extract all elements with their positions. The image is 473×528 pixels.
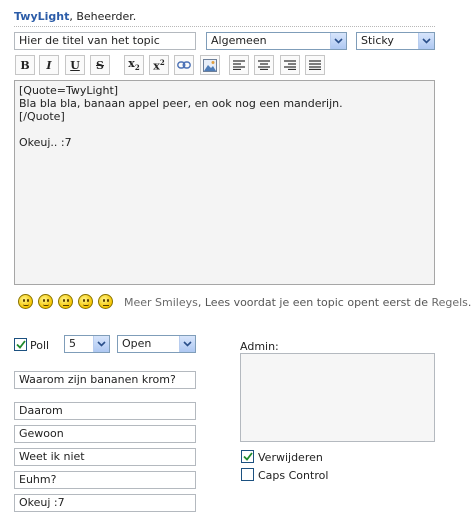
bold-icon: B: [20, 58, 30, 72]
superscript-icon: x2: [153, 57, 165, 73]
poll-option-input[interactable]: Euhm?: [14, 471, 196, 489]
chevron-down-icon[interactable]: [179, 336, 195, 352]
poll-question-input[interactable]: Waarom zijn bananen krom?: [14, 371, 196, 389]
align-right-button[interactable]: [280, 55, 300, 75]
poll-status-select[interactable]: Open: [117, 335, 196, 353]
poll-status-value: Open: [122, 337, 152, 350]
topic-type-select-value: Sticky: [361, 34, 394, 47]
image-icon: [203, 58, 217, 72]
smile-smiley-icon[interactable]: [78, 294, 93, 309]
align-center-button[interactable]: [254, 55, 274, 75]
editor-line: [Quote=TwyLight]: [19, 84, 119, 97]
header-role: , Beheerder.: [69, 10, 137, 23]
poll-option-input[interactable]: Gewoon: [14, 425, 196, 443]
admin-label: Admin:: [240, 340, 279, 353]
editor-line: Bla bla bla, banaan appel peer, en ook n…: [19, 97, 343, 110]
align-left-button[interactable]: [229, 55, 249, 75]
chevron-down-icon[interactable]: [330, 33, 346, 49]
delete-label: Verwijderen: [258, 451, 323, 464]
checkmark-icon: [242, 452, 253, 461]
align-left-icon: [233, 60, 245, 70]
superscript-button[interactable]: x2: [149, 55, 169, 75]
editor-line: [/Quote]: [19, 110, 65, 123]
category-select-value: Algemeen: [211, 34, 267, 47]
poll-count-value: 5: [69, 337, 76, 350]
poll-checkbox[interactable]: [14, 338, 27, 351]
align-justify-button[interactable]: [305, 55, 325, 75]
notice-text: , Lees voordat je een topic opent eerst …: [197, 296, 432, 309]
strikethrough-icon: S: [96, 58, 104, 72]
align-justify-icon: [309, 60, 321, 70]
category-select[interactable]: Algemeen: [206, 32, 347, 50]
smile-smiley-icon[interactable]: [18, 294, 33, 309]
poll-option-input[interactable]: Daarom: [14, 402, 196, 420]
image-button[interactable]: [200, 55, 220, 75]
align-right-icon: [284, 60, 296, 70]
username[interactable]: TwyLight: [14, 10, 69, 23]
smiley-notice: Meer Smileys, Lees voordat je een topic …: [124, 296, 471, 309]
caps-control-checkbox[interactable]: [241, 468, 254, 481]
bold-button[interactable]: B: [15, 55, 35, 75]
subscript-button[interactable]: x2: [124, 55, 144, 75]
italic-button[interactable]: I: [39, 55, 59, 75]
checkmark-icon: [15, 340, 26, 349]
subscript-icon: x2: [128, 57, 140, 73]
align-center-icon: [258, 60, 270, 70]
topic-title-input[interactable]: Hier de titel van het topic: [14, 32, 196, 50]
underline-button[interactable]: U: [65, 55, 85, 75]
admin-textarea[interactable]: [240, 353, 435, 442]
message-textarea[interactable]: [Quote=TwyLight] Bla bla bla, banaan app…: [14, 80, 435, 285]
poll-label: Poll: [30, 339, 50, 352]
poll-option-input[interactable]: Okeuj :7: [14, 494, 196, 512]
link-icon: [177, 61, 191, 69]
strikethrough-button[interactable]: S: [90, 55, 110, 75]
underline-icon: U: [70, 58, 80, 72]
rules-link[interactable]: Regels: [431, 296, 467, 309]
smile-smiley-icon[interactable]: [38, 294, 53, 309]
more-smileys-link[interactable]: Meer Smileys: [124, 296, 198, 309]
poll-count-select[interactable]: 5: [64, 335, 110, 353]
editor-line: Okeuj.. :7: [19, 136, 72, 149]
delete-checkbox[interactable]: [241, 450, 254, 463]
notice-end: .: [467, 296, 472, 309]
poll-option-input[interactable]: Weet ik niet: [14, 448, 196, 466]
chevron-down-icon[interactable]: [418, 33, 434, 49]
italic-icon: I: [46, 58, 52, 72]
topic-type-select[interactable]: Sticky: [356, 32, 435, 50]
divider: [14, 26, 435, 27]
link-button[interactable]: [174, 55, 194, 75]
neutral-smiley-icon[interactable]: [98, 294, 113, 309]
caps-control-label: Caps Control: [258, 469, 329, 482]
chevron-down-icon[interactable]: [93, 336, 109, 352]
neutral-smiley-icon[interactable]: [58, 294, 73, 309]
header: TwyLight, Beheerder.: [14, 10, 136, 23]
